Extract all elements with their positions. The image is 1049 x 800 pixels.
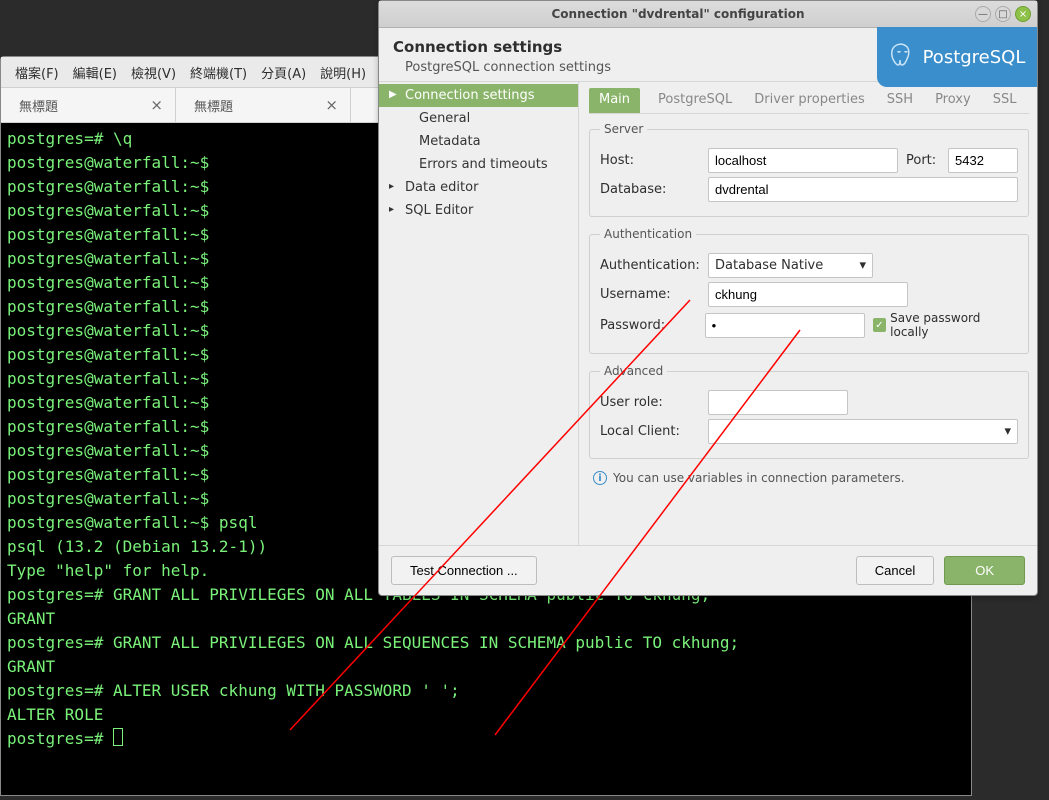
tab-ssh[interactable]: SSH bbox=[883, 88, 917, 113]
tab-driver-properties[interactable]: Driver properties bbox=[750, 88, 868, 113]
settings-content: Main PostgreSQL Driver properties SSH Pr… bbox=[579, 82, 1037, 545]
dialog-titlebar[interactable]: Connection "dvdrental" configuration — □… bbox=[379, 1, 1037, 28]
authentication-group: Authentication Authentication: Database … bbox=[589, 227, 1029, 354]
user-role-label: User role: bbox=[600, 395, 700, 410]
authentication-label: Authentication: bbox=[600, 258, 700, 273]
sidebar-item-connection-settings[interactable]: ▶ Connection settings bbox=[379, 84, 578, 107]
dialog-body: ▶ Connection settings General Metadata Er… bbox=[379, 81, 1037, 546]
tab-proxy[interactable]: Proxy bbox=[931, 88, 975, 113]
tab-title: 無標題 bbox=[19, 96, 58, 115]
database-label: Database: bbox=[600, 182, 700, 197]
checkbox-label: Save password locally bbox=[890, 311, 1018, 339]
close-icon[interactable]: × bbox=[150, 96, 163, 114]
sidebar-item-label: SQL Editor bbox=[405, 203, 473, 218]
menu-item[interactable]: 終端機(T) bbox=[184, 59, 253, 86]
local-client-label: Local Client: bbox=[600, 424, 700, 439]
dialog-footer: Test Connection ... Cancel OK bbox=[379, 546, 1037, 595]
checkmark-icon: ✓ bbox=[873, 318, 887, 332]
dialog-header: Connection settings PostgreSQL connectio… bbox=[379, 28, 1037, 81]
menu-item[interactable]: 說明(H) bbox=[314, 59, 372, 86]
terminal-tab[interactable]: 無標題 × bbox=[176, 88, 351, 122]
authentication-select[interactable]: Database Native ▾ bbox=[708, 253, 873, 278]
tab-main[interactable]: Main bbox=[589, 88, 640, 113]
sidebar-item-errors-timeouts[interactable]: Errors and timeouts bbox=[379, 153, 578, 176]
postgresql-logo: PostgreSQL bbox=[877, 27, 1037, 87]
menu-item[interactable]: 檢視(V) bbox=[125, 59, 182, 86]
dialog-title: Connection "dvdrental" configuration bbox=[385, 7, 971, 21]
cancel-button[interactable]: Cancel bbox=[856, 556, 934, 585]
window-minimize-button[interactable]: — bbox=[975, 6, 991, 22]
password-input[interactable] bbox=[705, 313, 865, 338]
sidebar-item-sql-editor[interactable]: ▸ SQL Editor bbox=[379, 199, 578, 222]
menu-item[interactable]: 編輯(E) bbox=[67, 59, 123, 86]
database-input[interactable] bbox=[708, 177, 1018, 202]
close-icon[interactable]: × bbox=[325, 96, 338, 114]
menu-item[interactable]: 檔案(F) bbox=[9, 59, 65, 86]
ok-button[interactable]: OK bbox=[944, 556, 1025, 585]
tab-title: 無標題 bbox=[194, 96, 233, 115]
sidebar-item-label: Data editor bbox=[405, 180, 478, 195]
sidebar-item-metadata[interactable]: Metadata bbox=[379, 130, 578, 153]
terminal-tab[interactable]: 無標題 × bbox=[1, 88, 176, 122]
chevron-down-icon: ▾ bbox=[859, 258, 866, 273]
test-connection-button[interactable]: Test Connection ... bbox=[391, 556, 537, 585]
user-role-input[interactable] bbox=[708, 390, 848, 415]
window-close-button[interactable]: × bbox=[1015, 6, 1031, 22]
elephant-icon bbox=[889, 43, 915, 71]
tab-postgresql[interactable]: PostgreSQL bbox=[654, 88, 736, 113]
chevron-right-icon: ▶ bbox=[389, 89, 397, 100]
port-input[interactable] bbox=[948, 148, 1018, 173]
window-maximize-button[interactable]: □ bbox=[995, 6, 1011, 22]
group-legend: Authentication bbox=[600, 227, 696, 241]
info-icon: i bbox=[593, 471, 607, 485]
host-input[interactable] bbox=[708, 148, 898, 173]
password-label: Password: bbox=[600, 318, 697, 333]
logo-text: PostgreSQL bbox=[923, 47, 1026, 68]
host-label: Host: bbox=[600, 153, 700, 168]
port-label: Port: bbox=[906, 153, 940, 168]
chevron-down-icon: ▾ bbox=[1004, 424, 1011, 439]
connection-config-dialog: Connection "dvdrental" configuration — □… bbox=[378, 0, 1038, 596]
server-group: Server Host: Port: Database: bbox=[589, 122, 1029, 217]
menu-item[interactable]: 分頁(A) bbox=[255, 59, 312, 86]
save-password-checkbox[interactable]: ✓ Save password locally bbox=[873, 311, 1018, 339]
info-text: You can use variables in connection para… bbox=[613, 471, 905, 485]
info-note: i You can use variables in connection pa… bbox=[589, 469, 1029, 487]
chevron-right-icon: ▸ bbox=[389, 181, 394, 192]
tab-ssl[interactable]: SSL bbox=[989, 88, 1021, 113]
sidebar-item-data-editor[interactable]: ▸ Data editor bbox=[379, 176, 578, 199]
select-value: Database Native bbox=[715, 258, 823, 273]
group-legend: Advanced bbox=[600, 364, 667, 378]
username-input[interactable] bbox=[708, 282, 908, 307]
local-client-select[interactable]: ▾ bbox=[708, 419, 1018, 444]
chevron-right-icon: ▸ bbox=[389, 204, 394, 215]
advanced-group: Advanced User role: Local Client: ▾ bbox=[589, 364, 1029, 459]
sidebar-item-general[interactable]: General bbox=[379, 107, 578, 130]
username-label: Username: bbox=[600, 287, 700, 302]
sidebar-item-label: Connection settings bbox=[405, 88, 535, 103]
group-legend: Server bbox=[600, 122, 647, 136]
settings-tabs: Main PostgreSQL Driver properties SSH Pr… bbox=[589, 88, 1029, 114]
settings-sidebar: ▶ Connection settings General Metadata Er… bbox=[379, 82, 579, 545]
